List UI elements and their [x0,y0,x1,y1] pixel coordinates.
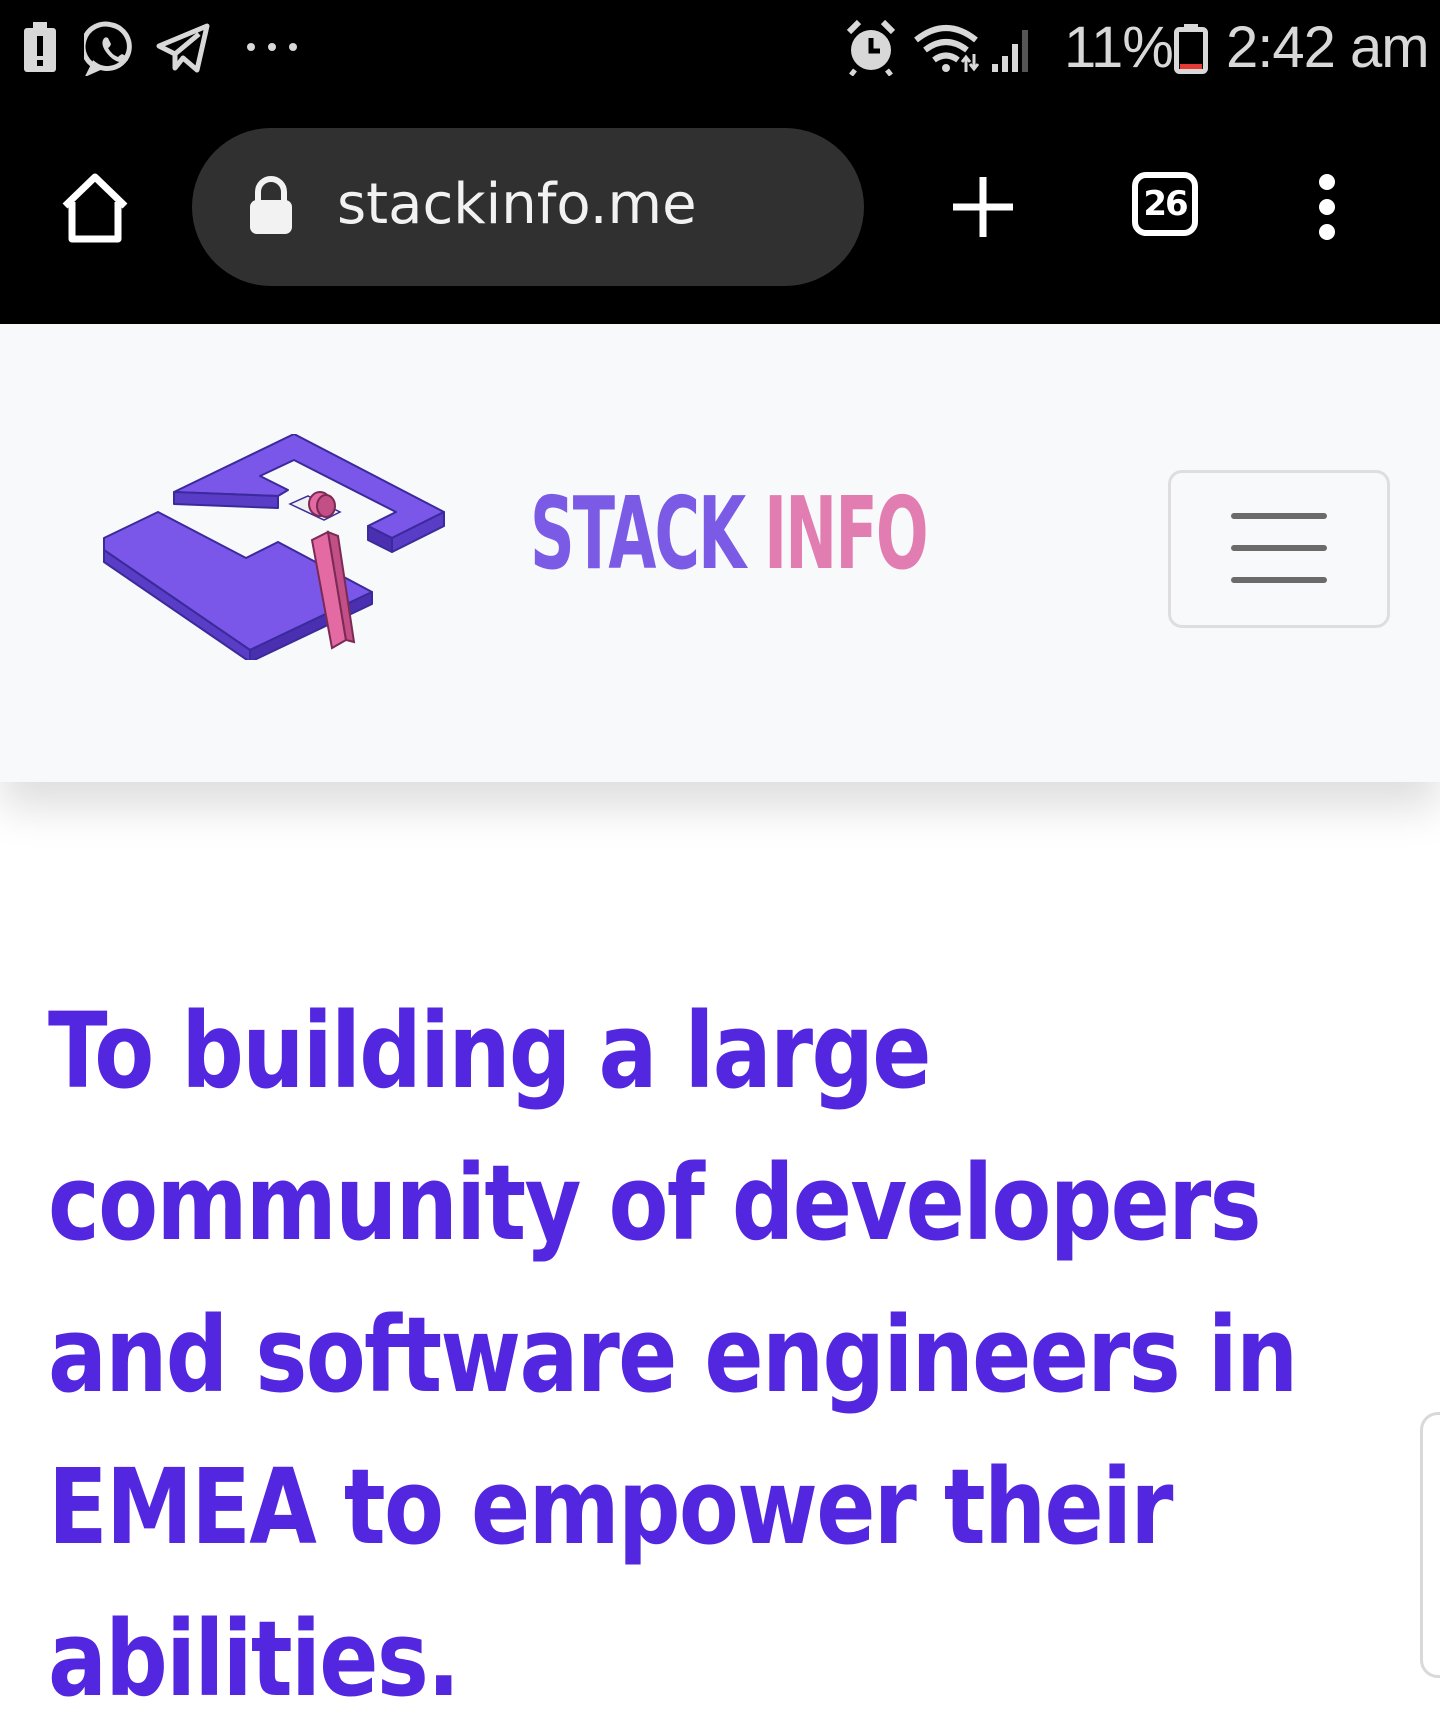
tab-switcher-button[interactable]: 26 [1132,172,1198,236]
menu-dots-icon[interactable] [1310,172,1344,242]
hero-headline: To building a large community of develop… [48,990,1298,1720]
wifi-icon [914,25,980,72]
brand-name[interactable]: STACK INFO [530,484,929,584]
battery-percentage: 11% [1064,15,1174,80]
navbar-toggler-button[interactable] [1168,470,1390,628]
hamburger-bar [1231,513,1327,519]
site-navbar: STACK INFO [0,324,1440,782]
battery-icon [1174,24,1208,74]
stack-info-logo[interactable] [100,434,450,660]
hamburger-bar [1231,577,1327,583]
floating-widget-edge[interactable] [1420,1412,1440,1678]
hamburger-bar [1231,545,1327,551]
more-notifications-icon [247,43,297,51]
whatsapp-icon [84,21,132,76]
telegram-icon [156,23,210,73]
new-tab-icon[interactable] [950,174,1016,240]
brand-stack-text: STACK [530,475,746,592]
alarm-icon [846,19,896,76]
battery-alert-icon [24,22,56,72]
status-time: 2:42 am [1226,15,1430,80]
signal-icon [992,30,1028,72]
address-bar[interactable]: stackinfo.me [192,128,864,286]
browser-toolbar: stackinfo.me 26 [0,100,1440,324]
url-text[interactable]: stackinfo.me [337,172,697,237]
home-icon[interactable] [58,170,132,244]
status-bar: 11% 2:42 am [0,0,1440,100]
lock-icon [250,176,292,234]
brand-info-text: INFO [744,475,928,592]
